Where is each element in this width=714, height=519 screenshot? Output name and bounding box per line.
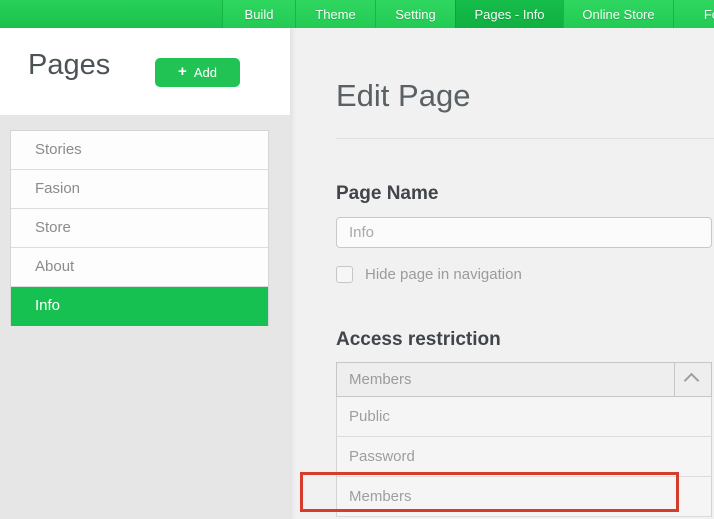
sidebar-header: Pages + Add xyxy=(0,28,290,115)
page-title: Edit Page xyxy=(336,78,470,114)
sidebar-item-about[interactable]: About xyxy=(11,248,268,287)
option-members[interactable]: Members xyxy=(336,477,712,517)
page-name-input[interactable] xyxy=(336,217,712,248)
page-name-label: Page Name xyxy=(336,183,438,205)
tab-online-store[interactable]: Online Store xyxy=(563,0,673,28)
edit-page-panel: Edit Page Page Name Hide page in navigat… xyxy=(290,28,714,519)
page-list: Stories Fasion Store About Info xyxy=(10,130,269,326)
plus-icon: + xyxy=(178,64,187,79)
select-selected-value: Members xyxy=(349,363,412,396)
add-page-button[interactable]: + Add xyxy=(155,58,240,87)
tab-form[interactable]: Form xyxy=(673,0,714,28)
tab-setting[interactable]: Setting xyxy=(375,0,455,28)
tab-pages-info[interactable]: Pages - Info xyxy=(455,0,563,28)
pages-sidebar: Pages + Add Stories Fasion Store About I… xyxy=(0,28,290,519)
sidebar-item-fasion[interactable]: Fasion xyxy=(11,170,268,209)
option-password[interactable]: Password xyxy=(336,437,712,477)
top-nav-bar: Build Theme Setting Pages - Info Online … xyxy=(0,0,714,28)
chevron-up-icon xyxy=(684,373,700,389)
add-page-button-label: Add xyxy=(194,65,217,80)
tab-build[interactable]: Build xyxy=(222,0,295,28)
select-toggle-button[interactable] xyxy=(674,363,711,396)
option-public[interactable]: Public xyxy=(336,397,712,437)
hide-page-checkbox[interactable] xyxy=(336,266,353,283)
top-nav-tabs: Build Theme Setting Pages - Info Online … xyxy=(222,0,714,28)
sidebar-item-info[interactable]: Info xyxy=(11,287,268,326)
access-restriction-options: Public Password Members xyxy=(336,397,712,517)
divider xyxy=(336,138,714,139)
hide-page-row[interactable]: Hide page in navigation xyxy=(336,266,522,283)
access-restriction-label: Access restriction xyxy=(336,329,501,351)
sidebar-item-store[interactable]: Store xyxy=(11,209,268,248)
sidebar-title: Pages xyxy=(28,49,110,82)
access-restriction-select[interactable]: Members xyxy=(336,362,712,397)
tab-theme[interactable]: Theme xyxy=(295,0,375,28)
sidebar-item-stories[interactable]: Stories xyxy=(11,131,268,170)
hide-page-label[interactable]: Hide page in navigation xyxy=(365,266,522,283)
